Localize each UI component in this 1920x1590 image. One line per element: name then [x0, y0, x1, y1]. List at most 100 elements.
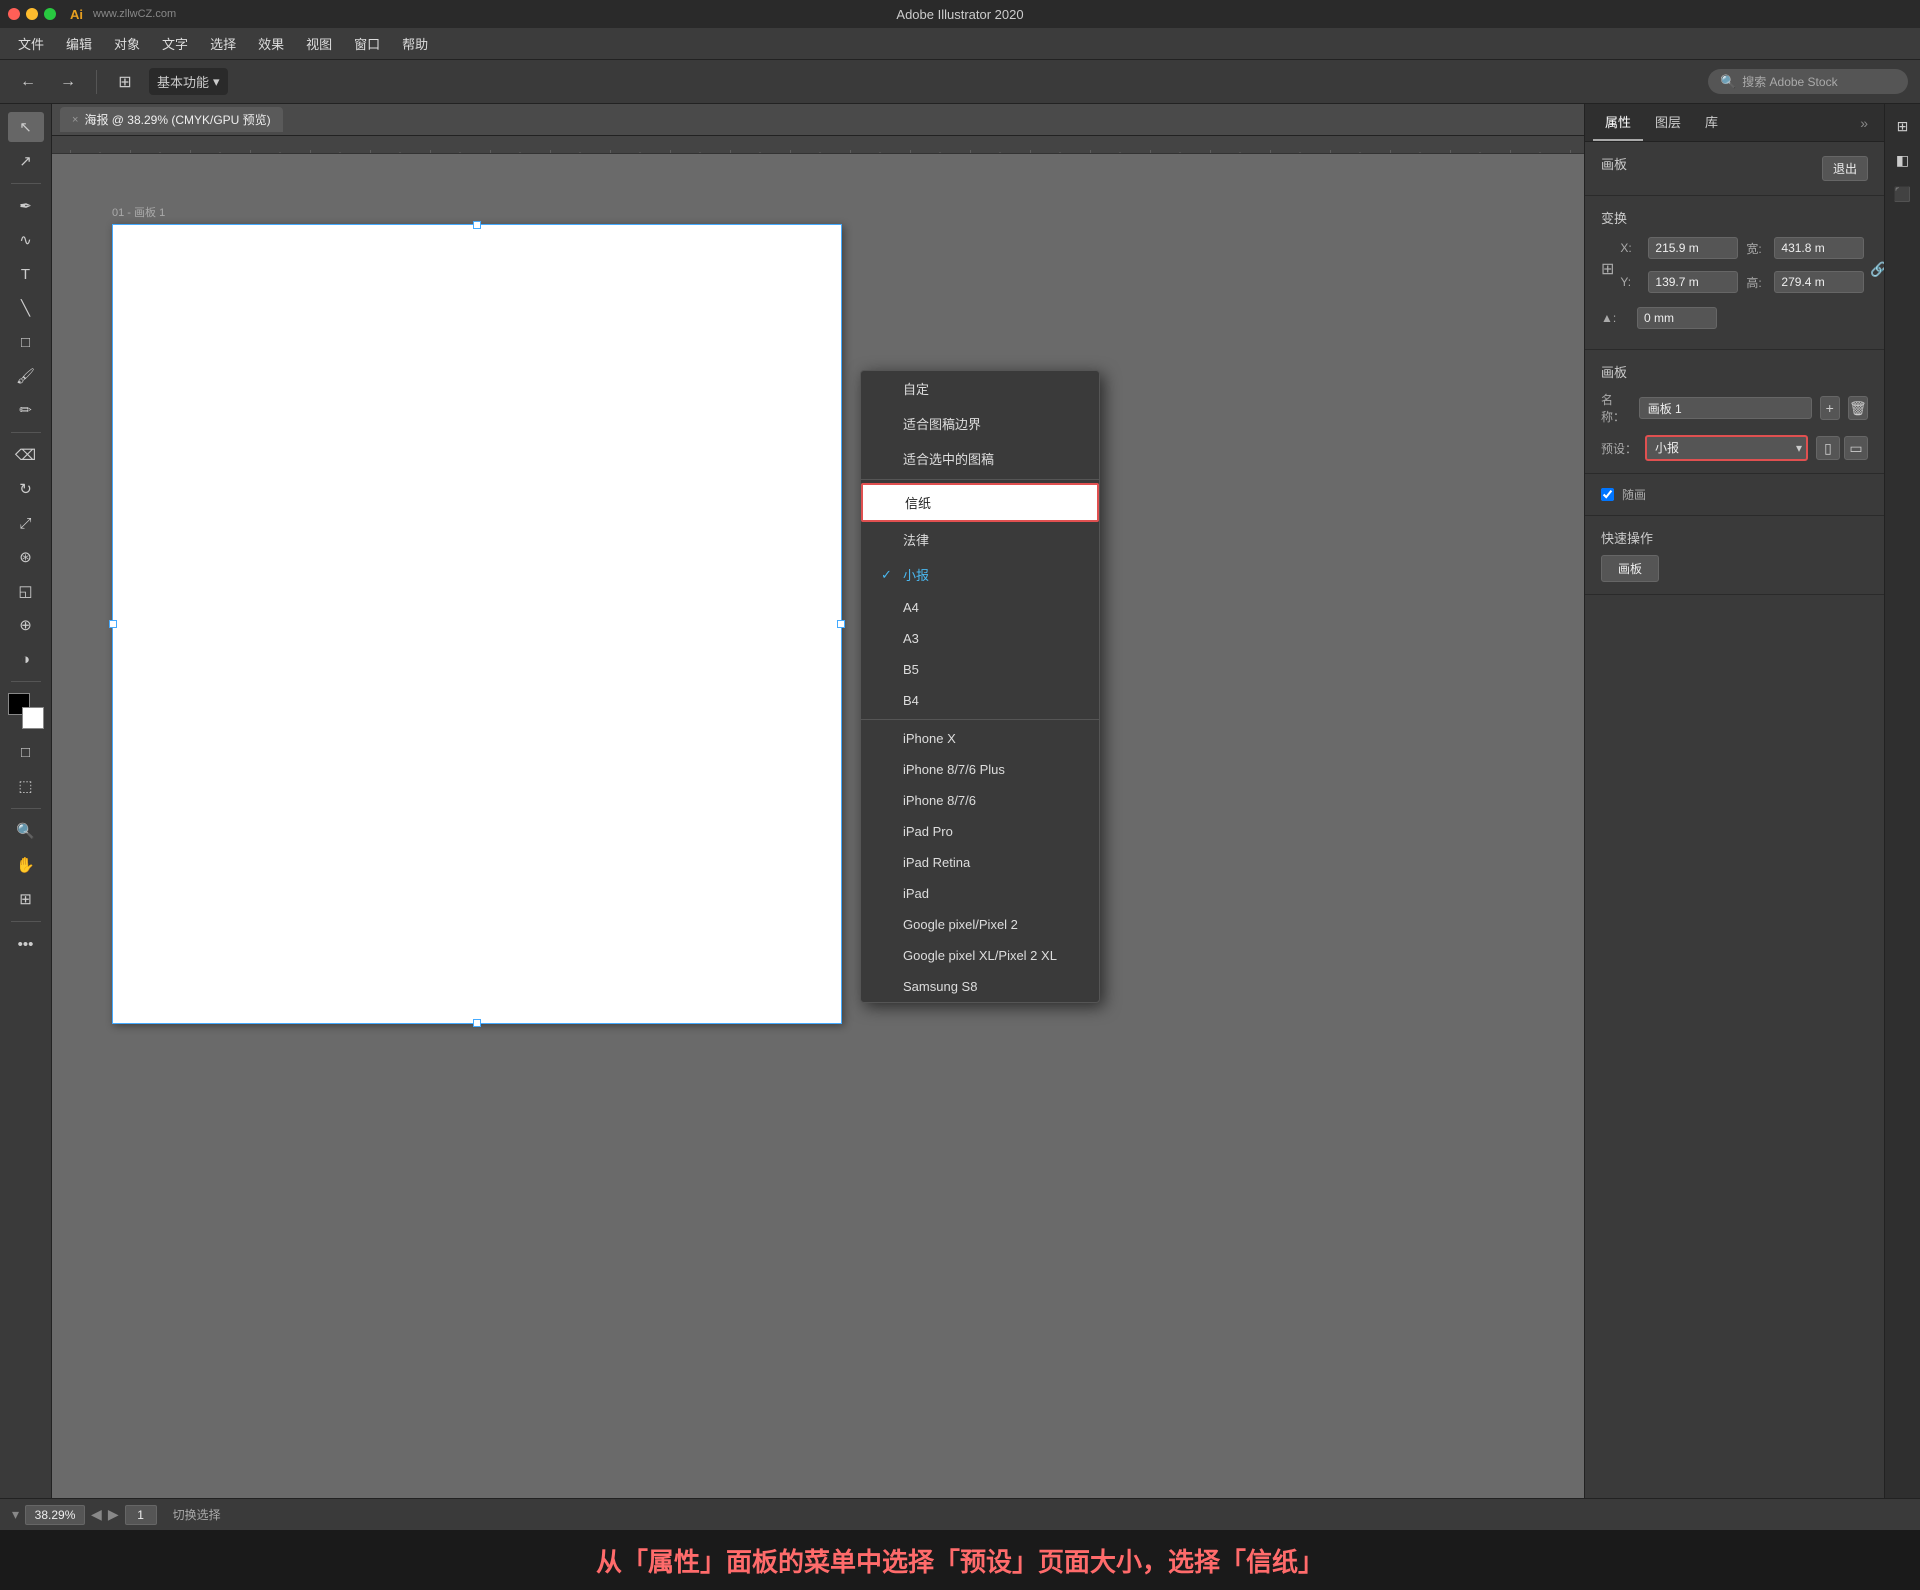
dropdown-item-ipad-pro[interactable]: iPad Pro [861, 816, 1099, 847]
dropdown-item-google-pixel2[interactable]: Google pixel/Pixel 2 [861, 909, 1099, 940]
workspace-toggle[interactable]: 基本功能 ▾ [149, 68, 228, 95]
follow-artwork-checkbox[interactable] [1601, 488, 1614, 501]
left-toolbar: ↖ ↗ ✒ ∿ T ╲ □ 🖌 ✏ ⌫ ↻ ⤢ ⊛ ◱ ⊕ ◑ □ ⬚ 🔍 ✋ … [0, 104, 52, 1498]
tool-gradient[interactable]: ◑ [8, 644, 44, 674]
tool-view-mode[interactable]: □ [8, 737, 44, 767]
toolbar-forward[interactable]: → [52, 66, 84, 98]
menu-window[interactable]: 窗口 [344, 30, 390, 57]
tab-library[interactable]: 库 [1693, 104, 1730, 141]
dropdown-item-fit-selection[interactable]: 适合选中的图稿 [861, 441, 1099, 476]
panel-expand-icon[interactable]: » [1852, 107, 1876, 139]
tool-more[interactable]: ••• [8, 929, 44, 959]
artboard-wrapper: 01 - 画板 1 [112, 204, 842, 1024]
angle-input[interactable] [1637, 307, 1717, 329]
tool-curvature[interactable]: ∿ [8, 225, 44, 255]
tool-shape-builder[interactable]: ⊕ [8, 610, 44, 640]
tool-text[interactable]: T [8, 259, 44, 289]
minimize-button[interactable] [26, 8, 38, 20]
handle-right[interactable] [837, 620, 845, 628]
dropdown-item-fit-artwork[interactable]: 适合图稿边界 [861, 406, 1099, 441]
handle-top[interactable] [473, 221, 481, 229]
handle-left[interactable] [109, 620, 117, 628]
artboard [112, 224, 842, 1024]
tool-rect[interactable]: □ [8, 327, 44, 357]
menu-file[interactable]: 文件 [8, 30, 54, 57]
add-artboard-button[interactable]: + [1820, 396, 1840, 420]
tab-layers[interactable]: 图层 [1643, 104, 1693, 141]
tool-free-transform[interactable]: ◱ [8, 576, 44, 606]
tool-pen[interactable]: ✒ [8, 191, 44, 221]
tab-properties[interactable]: 属性 [1593, 104, 1643, 141]
dropdown-item-ipad[interactable]: iPad [861, 878, 1099, 909]
tool-line[interactable]: ╲ [8, 293, 44, 323]
tool-change-screen[interactable]: ⬚ [8, 771, 44, 801]
menu-effect[interactable]: 效果 [248, 30, 294, 57]
tool-eraser[interactable]: ⌫ [8, 440, 44, 470]
document-tab-item[interactable]: × 海报 @ 38.29% (CMYK/GPU 预览) [60, 107, 283, 132]
preset-select[interactable]: 小报 [1645, 435, 1808, 461]
menu-edit[interactable]: 编辑 [56, 30, 102, 57]
preset-landscape-icon[interactable]: ▭ [1844, 436, 1868, 460]
dropdown-item-ipad-retina[interactable]: iPad Retina [861, 847, 1099, 878]
dropdown-item-b5[interactable]: B5 [861, 654, 1099, 685]
page-input[interactable] [125, 1505, 157, 1525]
exit-button[interactable]: 退出 [1822, 156, 1868, 181]
menu-object[interactable]: 对象 [104, 30, 150, 57]
tool-hand[interactable]: ✋ [8, 850, 44, 880]
tool-paintbrush[interactable]: 🖌 [8, 361, 44, 391]
color-selector[interactable] [8, 693, 44, 729]
quick-artboard-button[interactable]: 画板 [1601, 555, 1659, 582]
dropdown-item-samsung-s8[interactable]: Samsung S8 [861, 971, 1099, 1002]
dropdown-item-b4[interactable]: B4 [861, 685, 1099, 716]
zoom-input[interactable] [25, 1505, 85, 1525]
layers-panel-icon[interactable]: ◧ [1889, 146, 1917, 174]
background-color[interactable] [22, 707, 44, 729]
tool-zoom[interactable]: 🔍 [8, 816, 44, 846]
handle-bottom[interactable] [473, 1019, 481, 1027]
nav-next-button[interactable]: ▶ [108, 1506, 119, 1523]
close-button[interactable] [8, 8, 20, 20]
menu-text[interactable]: 文字 [152, 30, 198, 57]
tab-close-button[interactable]: × [72, 114, 78, 126]
search-bar[interactable]: 🔍 搜索 Adobe Stock [1708, 69, 1908, 94]
nav-prev-button[interactable]: ◀ [91, 1506, 102, 1523]
dropdown-item-legal[interactable]: 法律 [861, 522, 1099, 557]
zoom-out-button[interactable]: ▾ [12, 1506, 19, 1523]
tool-warp[interactable]: ⊛ [8, 542, 44, 572]
toolbar-back[interactable]: ← [12, 66, 44, 98]
artboard-name-input[interactable] [1639, 397, 1812, 419]
quick-actions-section: 快速操作 画板 [1585, 516, 1884, 595]
preset-portrait-icon[interactable]: ▯ [1816, 436, 1840, 460]
tool-select[interactable]: ↖ [8, 112, 44, 142]
x-row: X: 宽: [1620, 237, 1864, 259]
menu-select[interactable]: 选择 [200, 30, 246, 57]
width-input[interactable] [1774, 237, 1864, 259]
dropdown-item-iphone876plus[interactable]: iPhone 8/7/6 Plus [861, 754, 1099, 785]
toolbar-grid[interactable]: ⊞ [109, 66, 141, 98]
dropdown-item-iphone876[interactable]: iPhone 8/7/6 [861, 785, 1099, 816]
dropdown-item-a4[interactable]: A4 [861, 592, 1099, 623]
watermark: www.zllwCZ.com [93, 8, 176, 20]
tool-artboard[interactable]: ⊞ [8, 884, 44, 914]
y-input[interactable] [1648, 271, 1738, 293]
menu-help[interactable]: 帮助 [392, 30, 438, 57]
tool-direct-select[interactable]: ↗ [8, 146, 44, 176]
tool-scale[interactable]: ⤢ [8, 508, 44, 538]
menu-view[interactable]: 视图 [296, 30, 342, 57]
tool-pencil[interactable]: ✏ [8, 395, 44, 425]
properties-panel-icon[interactable]: ⊞ [1889, 112, 1917, 140]
maximize-button[interactable] [44, 8, 56, 20]
height-input[interactable] [1774, 271, 1864, 293]
tool-rotate[interactable]: ↻ [8, 474, 44, 504]
artboard-name-section: 画板 名称： + 🗑 预设： 小报 ▾ ▯ ▭ [1585, 350, 1884, 474]
dropdown-item-iphone-x[interactable]: iPhone X [861, 723, 1099, 754]
dropdown-item-letter[interactable]: 信纸 [861, 483, 1099, 522]
dropdown-item-tabloid[interactable]: ✓ 小报 [861, 557, 1099, 592]
dropdown-item-a3[interactable]: A3 [861, 623, 1099, 654]
delete-artboard-button[interactable]: 🗑 [1848, 396, 1868, 420]
export-panel-icon[interactable]: ⬛ [1889, 180, 1917, 208]
dropdown-item-google-pixel2xl[interactable]: Google pixel XL/Pixel 2 XL [861, 940, 1099, 971]
preset-label: 预设： [1601, 440, 1637, 457]
x-input[interactable] [1648, 237, 1738, 259]
dropdown-item-custom[interactable]: 自定 [861, 371, 1099, 406]
